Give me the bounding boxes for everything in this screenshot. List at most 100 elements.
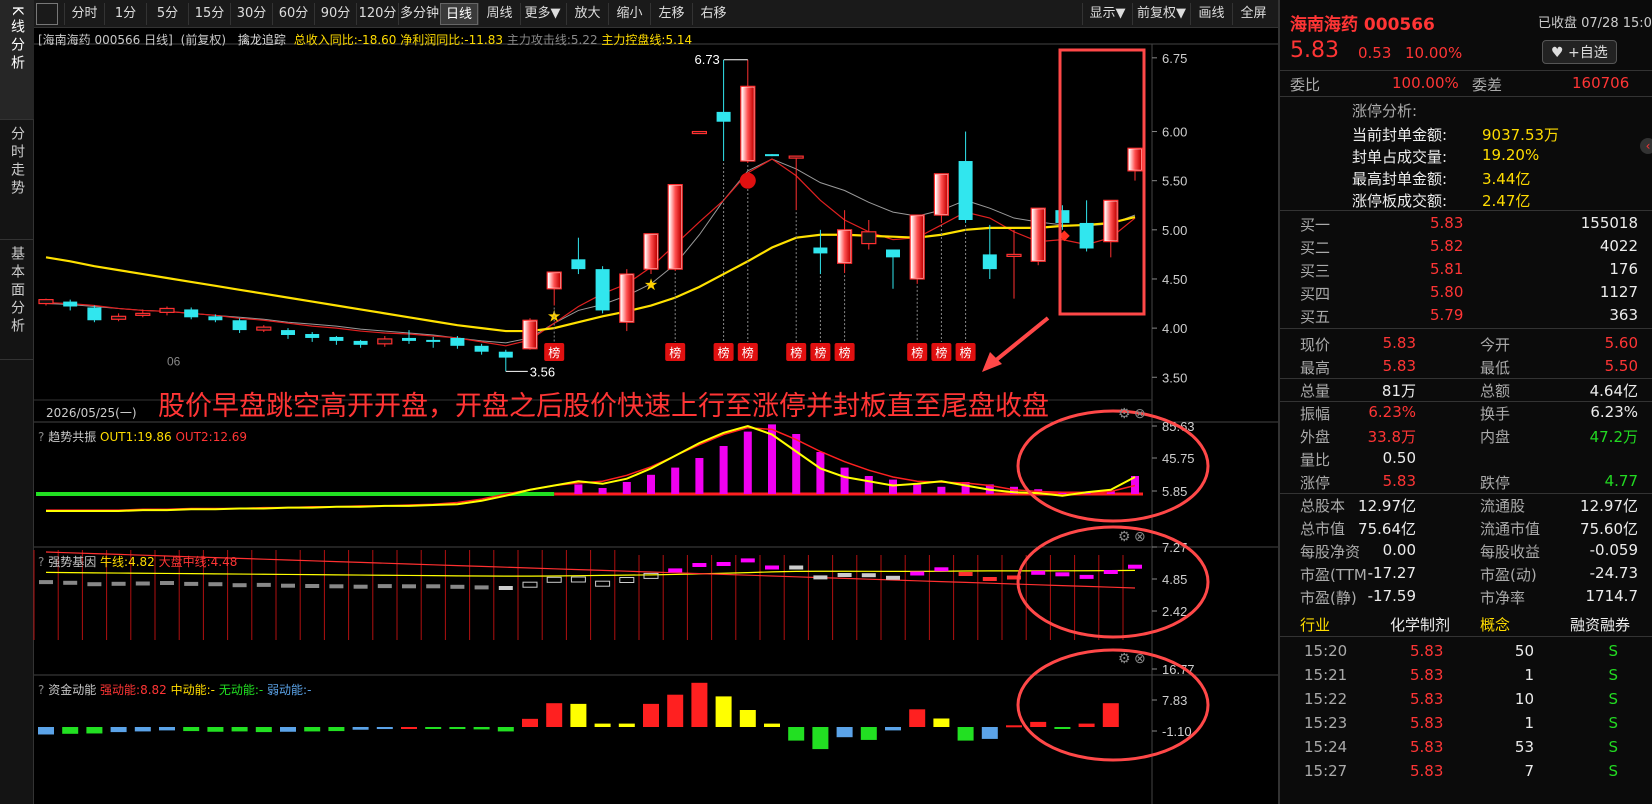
gene-box: [570, 576, 586, 583]
candle-body: [886, 249, 900, 258]
trend-bar: [840, 467, 849, 494]
gene-box: [426, 584, 441, 589]
gear-icon: ⚙: [1118, 650, 1131, 666]
gene-box: [498, 586, 513, 590]
gene-box: [232, 583, 247, 588]
candle-fill: [935, 174, 948, 215]
order-ratio-row: 委比 100.00% 委差 160706: [1290, 74, 1630, 94]
y-tick-label: 6.75: [1162, 51, 1187, 66]
bid-row: 买一 5.83 155018: [1300, 214, 1638, 234]
tick-row: 15:23 5.83 1 S: [1304, 714, 1618, 732]
gene-box: [353, 584, 368, 589]
candle-body: [982, 254, 997, 270]
stat-row: 市盈(静) -17.59 市净率 1714.7: [1300, 587, 1638, 607]
trend-bar: [816, 452, 825, 494]
y-tick-label: 4.85: [1162, 572, 1187, 587]
stat-row: 市盈(TTM -17.27 市盈(动) -24.73: [1300, 564, 1638, 584]
energy-bar: [134, 727, 151, 732]
candle-fill: [548, 273, 561, 288]
candle-fill: [524, 321, 536, 348]
candle-body: [256, 326, 272, 331]
energy-bar: [255, 727, 272, 733]
price-pct: 10.00%: [1405, 44, 1463, 62]
candle-body: [135, 312, 151, 316]
trend-bar: [937, 486, 946, 494]
candle-body: [110, 315, 127, 320]
energy-bar: [885, 727, 901, 731]
candle-fill: [620, 275, 633, 322]
gene-box: [402, 584, 416, 589]
candle-body: [63, 301, 78, 307]
panel-value: 强动能:8.82: [100, 683, 167, 697]
panel-value: OUT2:12.69: [175, 430, 248, 444]
candle-body: [208, 316, 223, 321]
bang-label: 榜: [935, 345, 947, 360]
candle-body: [159, 307, 175, 313]
candle-body: [861, 231, 877, 245]
gene-box: [789, 565, 804, 570]
price-change: 0.53: [1358, 44, 1392, 62]
energy-bar: [764, 723, 780, 727]
y-tick-label: -1.10: [1162, 724, 1192, 739]
candle-fill: [838, 230, 851, 263]
y-tick-label: 4.50: [1162, 272, 1187, 287]
gene-box: [619, 577, 635, 583]
stat-row: 每股净资 0.00 每股收益 -0.059: [1300, 541, 1638, 561]
candle-body: [958, 161, 973, 220]
energy-bar: [62, 727, 79, 734]
candle-body: [329, 336, 344, 341]
candle-body: [571, 259, 586, 270]
limit-analysis-row: 封单占成交量: 19.20%: [1352, 146, 1540, 166]
gene-box: [39, 580, 53, 585]
gene-box: [643, 572, 659, 579]
gene-box: [765, 565, 779, 570]
gene-box: [813, 575, 828, 580]
indicator-value: 主力控盘线:5.14: [601, 33, 693, 47]
trend-bar: [598, 488, 607, 494]
add-watchlist-button[interactable]: ♥ +自选: [1542, 40, 1617, 64]
candle-fill: [741, 87, 754, 161]
candle-fill: [1032, 209, 1045, 261]
market-status: 已收盘 07/28 15:00: [1538, 16, 1652, 31]
gene-box: [305, 584, 320, 588]
stock-name: 海南海药 000566: [1290, 15, 1435, 35]
price-row: 5.83 0.53 10.00% ♥ +自选: [1280, 38, 1652, 68]
energy-bar: [1006, 725, 1022, 728]
highlight-ellipse: [1016, 409, 1210, 523]
candle-body: [38, 299, 54, 305]
gene-box: [837, 573, 852, 577]
limit-analysis-row: 最高封单金额: 3.44亿: [1352, 170, 1531, 188]
energy-bar: [1030, 721, 1047, 727]
gene-box: [861, 573, 876, 578]
limit-analysis-row: 当前封单金额: 9037.53万: [1352, 126, 1560, 144]
panel2-header: ? 强势基因 牛线:4.82 大盘中线:4.48: [38, 555, 238, 569]
y-tick-label: 3.50: [1162, 370, 1187, 385]
energy-bar: [231, 727, 248, 732]
gene-box: [1079, 574, 1094, 579]
month-marker: 06: [167, 354, 181, 368]
candle-body: [87, 307, 102, 321]
energy-bar: [183, 727, 200, 732]
candle-body: [450, 337, 465, 346]
arrow-line: [988, 316, 1050, 367]
gene-box: [958, 572, 973, 576]
indicator-value: 总收入同比:-18.60: [293, 33, 397, 47]
gene-box: [135, 581, 150, 586]
energy-bar: [643, 703, 659, 727]
energy-bar: [909, 709, 926, 727]
panel3-header: ? 资金动能 强动能:8.82 中动能:- 无动能:- 弱动能:-: [38, 683, 312, 697]
indicator-name: 擒龙追踪: [237, 33, 286, 47]
candle-body: [426, 339, 441, 342]
panel1-header: ? 趋势共振 OUT1:19.86 OUT2:12.69: [38, 430, 248, 444]
panel-name: 资金动能: [48, 683, 97, 697]
tick-row: 15:27 5.83 7 S: [1304, 762, 1618, 780]
indicator-value: 净利润同比:-11.83: [400, 33, 503, 47]
y-tick-label: 4.00: [1162, 321, 1187, 336]
bang-label: 榜: [814, 345, 826, 360]
energy-bar: [788, 727, 805, 741]
gene-box: [740, 558, 755, 563]
candle-body: [353, 340, 368, 345]
gene-box: [474, 585, 489, 590]
collapse-arrow-icon[interactable]: ‹: [1640, 138, 1652, 154]
energy-bar: [449, 727, 466, 730]
